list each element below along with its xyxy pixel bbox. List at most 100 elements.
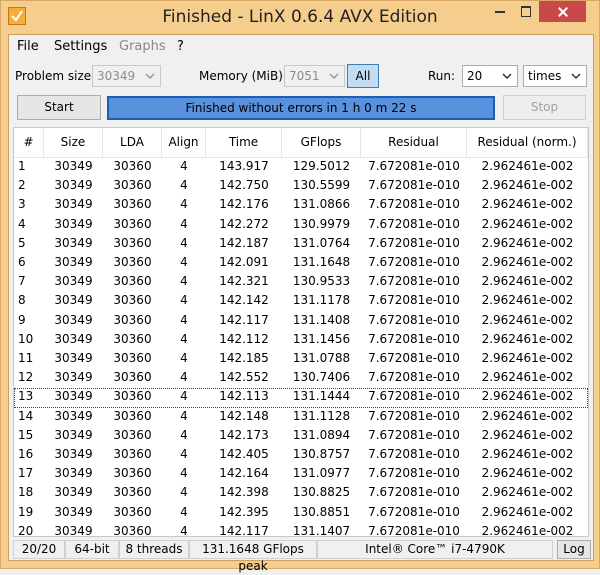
col-residual-norm-cell: 2.962461e-002 [467,159,588,173]
table-row[interactable]: 7 30349 30360 4 142.321 130.9533 7.672081e-010… [14,273,588,292]
problem-size-combo[interactable]: 30349 [92,65,161,87]
col-lda-cell: 30360 [103,236,162,250]
table-row[interactable]: 17 30349 30360 4 142.164 131.0977 7.672081e-01… [14,465,588,484]
table-row[interactable]: 1 30349 30360 4 143.917 129.5012 7.672081e-010… [14,158,588,177]
col-lda-cell: 30360 [103,332,162,346]
col-gflops-header[interactable]: GFlops [282,128,361,157]
col-residual-norm-header[interactable]: Residual (norm.) [467,128,588,157]
col-align-cell: 4 [162,178,206,192]
col-gflops-cell: 131.1407 [282,524,361,537]
col-size-cell: 30349 [44,505,103,519]
col-align-cell: 4 [162,370,206,384]
col-residual-norm-cell: 2.962461e-002 [467,409,588,423]
col-lda-header[interactable]: LDA [103,128,162,157]
col-align-header[interactable]: Align [162,128,206,157]
col-residual-cell: 7.672081e-010 [361,236,467,250]
title-bar[interactable]: Finished - LinX 0.6.4 AVX Edition [1,1,599,34]
table-row[interactable]: 10 30349 30360 4 142.112 131.1456 7.672081e-01… [14,331,588,350]
col-lda-cell: 30360 [103,409,162,423]
col-index-cell: 3 [14,197,44,211]
col-align-cell: 4 [162,274,206,288]
col-gflops-cell: 131.1408 [282,313,361,327]
table-row[interactable]: 11 30349 30360 4 142.185 131.0788 7.672081e-01… [14,350,588,369]
table-row[interactable]: 2 30349 30360 4 142.750 130.5599 7.672081e-010… [14,177,588,196]
run-unit-combo[interactable]: times [523,65,587,87]
col-residual-norm-cell: 2.962461e-002 [467,485,588,499]
col-align-cell: 4 [162,293,206,307]
table-row[interactable]: 3 30349 30360 4 142.176 131.0866 7.672081e-010… [14,196,588,215]
col-size-cell: 30349 [44,332,103,346]
col-time-cell: 142.272 [206,217,282,231]
memory-combo[interactable]: 7051 [284,65,345,87]
table-row[interactable]: 12 30349 30360 4 142.552 130.7406 7.672081e-01… [14,369,588,388]
col-residual-norm-cell: 2.962461e-002 [467,389,588,403]
col-lda-cell: 30360 [103,197,162,211]
log-button[interactable]: Log [557,540,591,559]
col-residual-cell: 7.672081e-010 [361,197,467,211]
col-residual-norm-cell: 2.962461e-002 [467,293,588,307]
menu-file[interactable]: File [17,39,39,54]
table-row[interactable]: 20 30349 30360 4 142.117 131.1407 7.672081e-01… [14,523,588,537]
col-residual-norm-cell: 2.962461e-002 [467,505,588,519]
col-align-cell: 4 [162,217,206,231]
client-area: File Settings Graphs ? Problem size: 303… [8,34,594,561]
table-row[interactable]: 13 30349 30360 4 142.113 131.1444 7.672081e-01… [14,388,588,407]
table-row[interactable]: 16 30349 30360 4 142.405 130.8757 7.672081e-01… [14,446,588,465]
run-count-combo[interactable]: 20 [462,65,518,87]
col-residual-norm-cell: 2.962461e-002 [467,236,588,250]
table-row[interactable]: 5 30349 30360 4 142.187 131.0764 7.672081e-010… [14,235,588,254]
table-row[interactable]: 4 30349 30360 4 142.272 130.9979 7.672081e-010… [14,216,588,235]
col-lda-cell: 30360 [103,274,162,288]
col-gflops-cell: 130.5599 [282,178,361,192]
table-row[interactable]: 18 30349 30360 4 142.398 130.8825 7.672081e-01… [14,484,588,503]
menu-help[interactable]: ? [177,39,184,54]
col-index-cell: 10 [14,332,44,346]
all-memory-button[interactable]: All [347,64,379,88]
col-residual-norm-cell: 2.962461e-002 [467,466,588,480]
results-table[interactable]: # Size LDA Align Time GFlops Residual Residual … [13,127,589,537]
table-row[interactable]: 8 30349 30360 4 142.142 131.1178 7.672081e-010… [14,292,588,311]
table-row[interactable]: 19 30349 30360 4 142.395 130.8851 7.672081e-01… [14,504,588,523]
col-time-cell: 142.112 [206,332,282,346]
table-row[interactable]: 9 30349 30360 4 142.117 131.1408 7.672081e-010… [14,312,588,331]
col-align-cell: 4 [162,332,206,346]
menu-graphs[interactable]: Graphs [119,39,166,54]
col-gflops-cell: 131.1444 [282,389,361,403]
col-residual-header[interactable]: Residual [361,128,467,157]
col-align-cell: 4 [162,485,206,499]
col-gflops-cell: 130.8825 [282,485,361,499]
col-time-cell: 142.117 [206,524,282,537]
col-index-header[interactable]: # [14,128,44,157]
col-size-cell: 30349 [44,274,103,288]
col-size-header[interactable]: Size [44,128,103,157]
table-row[interactable]: 6 30349 30360 4 142.091 131.1648 7.672081e-010… [14,254,588,273]
col-residual-norm-cell: 2.962461e-002 [467,313,588,327]
col-gflops-cell: 130.9533 [282,274,361,288]
col-lda-cell: 30360 [103,428,162,442]
col-time-header[interactable]: Time [206,128,282,157]
col-time-cell: 142.552 [206,370,282,384]
col-gflops-cell: 129.5012 [282,159,361,173]
maximize-button[interactable] [513,1,539,22]
col-residual-cell: 7.672081e-010 [361,485,467,499]
close-button[interactable] [539,1,586,22]
minimize-button[interactable] [487,1,513,22]
table-row[interactable]: 15 30349 30360 4 142.173 131.0894 7.672081e-01… [14,427,588,446]
col-size-cell: 30349 [44,466,103,480]
col-time-cell: 142.321 [206,274,282,288]
app-window: Finished - LinX 0.6.4 AVX Edition File S… [0,0,600,569]
col-gflops-cell: 131.0894 [282,428,361,442]
start-button[interactable]: Start [17,95,101,120]
menu-settings[interactable]: Settings [54,39,107,54]
chevron-down-icon [144,69,156,83]
col-residual-cell: 7.672081e-010 [361,428,467,442]
memory-label: Memory (MiB): [199,69,287,83]
table-row[interactable]: 14 30349 30360 4 142.148 131.1128 7.672081e-01… [14,408,588,427]
stop-button[interactable]: Stop [503,95,586,120]
col-size-cell: 30349 [44,370,103,384]
col-residual-norm-cell: 2.962461e-002 [467,255,588,269]
col-index-cell: 17 [14,466,44,480]
col-align-cell: 4 [162,351,206,365]
col-residual-norm-cell: 2.962461e-002 [467,428,588,442]
col-residual-norm-cell: 2.962461e-002 [467,447,588,461]
